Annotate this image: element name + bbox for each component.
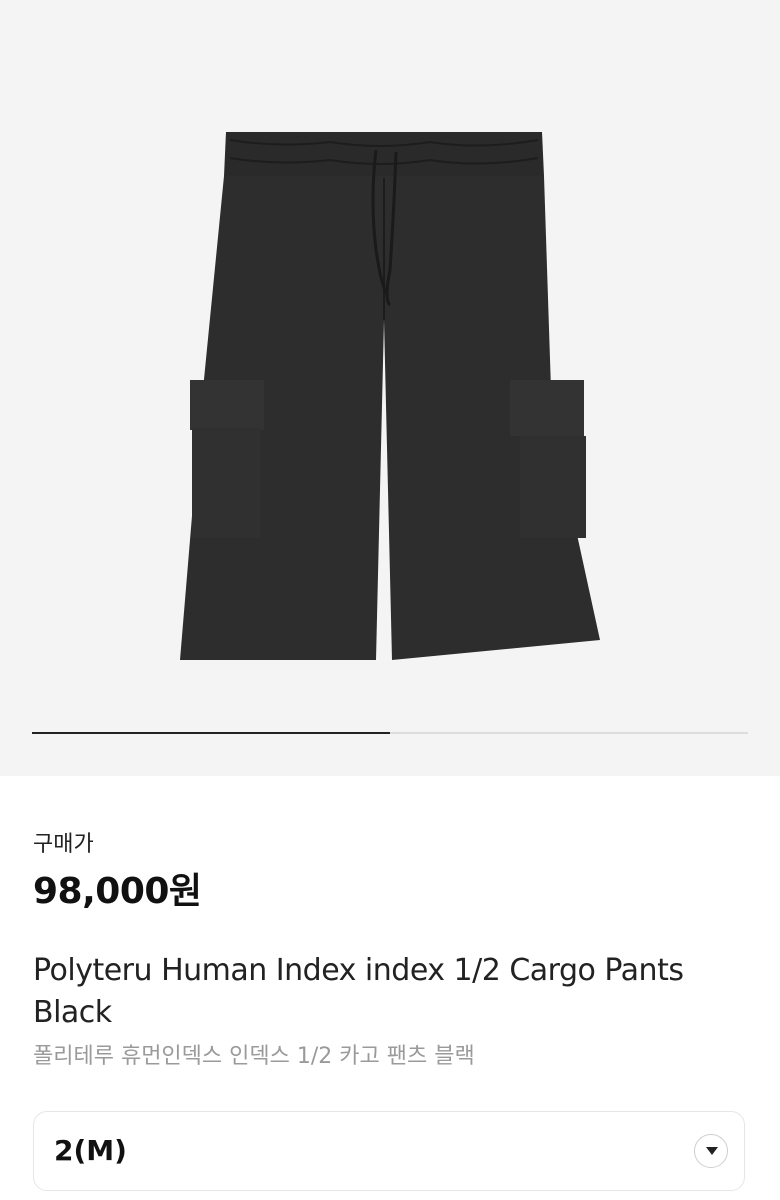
product-title-en: Polyteru Human Index index 1/2 Cargo Pan… [33,953,684,1030]
size-select-value: 2(M) [54,1134,127,1167]
product-image [180,132,600,660]
price: 98,000원 [33,871,202,912]
gallery-progress-bar [32,732,748,734]
size-dropdown-button[interactable] [694,1134,728,1168]
product-gallery[interactable] [0,0,780,776]
product-title-ko: 폴리테루 휴먼인덱스 인덱스 1/2 카고 팬츠 블랙 [33,1044,475,1069]
gallery-progress-fill [32,732,390,734]
chevron-down-icon [706,1147,718,1155]
price-label: 구매가 [33,832,94,857]
size-select[interactable]: 2(M) [33,1111,745,1191]
